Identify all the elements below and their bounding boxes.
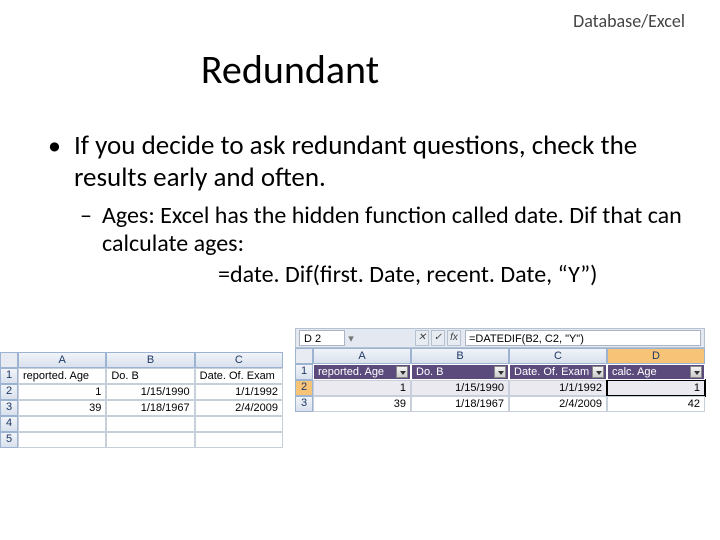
table-row: 3 39 1/18/1967 2/4/2009 42 [295,396,705,412]
excel-screenshot-left: A B C 1 reported. Age Do. B Date. Of. Ex… [0,352,283,448]
selected-cell[interactable]: 1 [607,380,705,396]
cell[interactable] [18,432,106,448]
col-header-b[interactable]: B [411,348,509,364]
filter-dropdown-icon[interactable] [494,366,506,378]
context-label: Database/Excel [573,10,685,32]
bullet-icon: • [48,130,68,160]
table-row: 4 [0,416,283,432]
row-header[interactable]: 2 [295,380,313,396]
select-all-corner[interactable] [295,348,313,364]
table-row: 2 1 1/15/1990 1/1/1992 1 [295,380,705,396]
cell[interactable]: 39 [313,396,411,412]
cell[interactable]: 2/4/2009 [195,400,283,416]
table-row: 5 [0,432,283,448]
fx-icon[interactable]: fx [447,330,461,346]
row-header[interactable]: 1 [295,364,313,380]
body-content: • If you decide to ask redundant questio… [48,130,690,290]
select-all-corner[interactable] [0,352,18,368]
row-header[interactable]: 2 [0,384,18,400]
row-header[interactable]: 3 [295,396,313,412]
cell[interactable]: 39 [18,400,106,416]
header-cell[interactable]: calc. Age [607,364,705,380]
row-header[interactable]: 1 [0,368,18,384]
row-header[interactable]: 4 [0,416,18,432]
slide-title: Redundant [0,45,650,94]
row-header[interactable]: 3 [0,400,18,416]
column-headers: A B C D [295,348,705,364]
cell[interactable]: 2/4/2009 [509,396,607,412]
formula-text: =date. Dif(first. Date, recent. Date, “Y… [218,260,690,290]
cell[interactable]: 1/18/1967 [411,396,509,412]
cell[interactable]: 1 [313,380,411,396]
table-row: 3 39 1/18/1967 2/4/2009 [0,400,283,416]
header-cell[interactable]: Date. Of. Exam [509,364,607,380]
cell[interactable] [195,432,283,448]
sub-bullet-text: Ages: Excel has the hidden function call… [102,202,690,258]
row-header[interactable]: 5 [0,432,18,448]
col-header-c[interactable]: C [509,348,607,364]
enter-icon[interactable]: ✓ [431,330,445,346]
header-cell[interactable]: reported. Age [313,364,411,380]
dash-icon: – [80,202,98,230]
filter-dropdown-icon[interactable] [690,366,702,378]
cell[interactable] [195,416,283,432]
table-row: 2 1 1/15/1990 1/1/1992 [0,384,283,400]
column-headers: A B C [0,352,283,368]
styled-header-row: 1 reported. Age Do. B Date. Of. Exam cal… [295,364,705,380]
dropdown-icon[interactable]: ▾ [348,332,354,345]
name-box[interactable]: D 2 [299,330,345,346]
filter-dropdown-icon[interactable] [592,366,604,378]
cell[interactable]: 1/15/1990 [411,380,509,396]
filter-dropdown-icon[interactable] [396,366,408,378]
cell[interactable]: 1/15/1990 [106,384,194,400]
cell[interactable]: 1/1/1992 [195,384,283,400]
cell[interactable] [18,416,106,432]
excel-screenshot-right: D 2 ▾ ✕ ✓ fx =DATEDIF(B2, C2, "Y") A B C… [295,328,705,412]
formula-input[interactable]: =DATEDIF(B2, C2, "Y") [465,330,701,346]
col-header-a[interactable]: A [18,352,106,368]
cell[interactable]: Do. B [106,368,194,384]
bullet-text: If you decide to ask redundant questions… [74,130,690,194]
cancel-icon[interactable]: ✕ [415,330,429,346]
col-header-a[interactable]: A [313,348,411,364]
formula-bar: D 2 ▾ ✕ ✓ fx =DATEDIF(B2, C2, "Y") [295,328,705,348]
header-cell[interactable]: Do. B [411,364,509,380]
cell[interactable]: 1/18/1967 [106,400,194,416]
cell[interactable]: 42 [607,396,705,412]
table-row: 1 reported. Age Do. B Date. Of. Exam [0,368,283,384]
cell[interactable]: 1 [18,384,106,400]
cell[interactable] [106,432,194,448]
cell[interactable]: reported. Age [18,368,106,384]
cell[interactable] [106,416,194,432]
cell[interactable]: 1/1/1992 [509,380,607,396]
col-header-c[interactable]: C [195,352,283,368]
cell[interactable]: Date. Of. Exam [195,368,283,384]
col-header-b[interactable]: B [106,352,194,368]
col-header-d[interactable]: D [607,348,705,364]
